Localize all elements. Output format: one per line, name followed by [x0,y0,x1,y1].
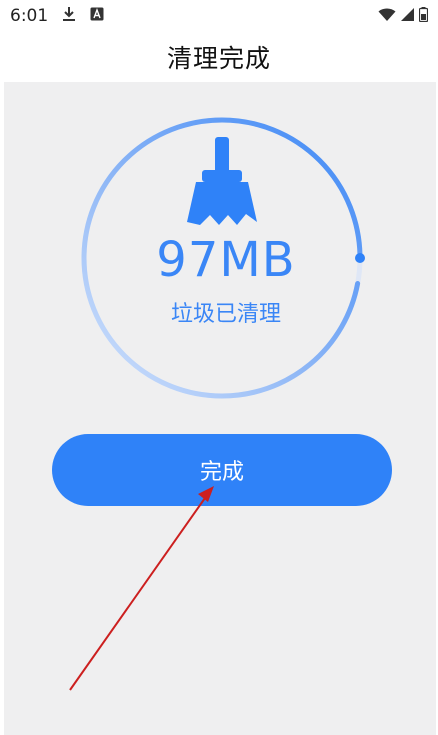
notification-a-icon [90,6,104,26]
download-icon [62,6,76,27]
cleaned-amount: 97MB [156,232,296,288]
done-button[interactable]: 完成 [52,434,392,506]
status-left: 6:01 [10,6,104,27]
broom-icon [187,137,257,225]
cleaned-caption: 垃圾已清理 [170,302,281,327]
done-button-label: 完成 [199,459,244,484]
page-title: 清理完成 [166,44,271,73]
wifi-icon [378,7,396,26]
status-right [378,6,429,26]
signal-icon [400,7,415,26]
status-time: 6:01 [10,6,49,26]
status-bar: 6:01 [0,0,438,32]
main-content: 97MB 垃圾已清理 完成 [4,82,436,735]
app-header: 清理完成 [0,32,438,82]
battery-icon [418,6,429,26]
